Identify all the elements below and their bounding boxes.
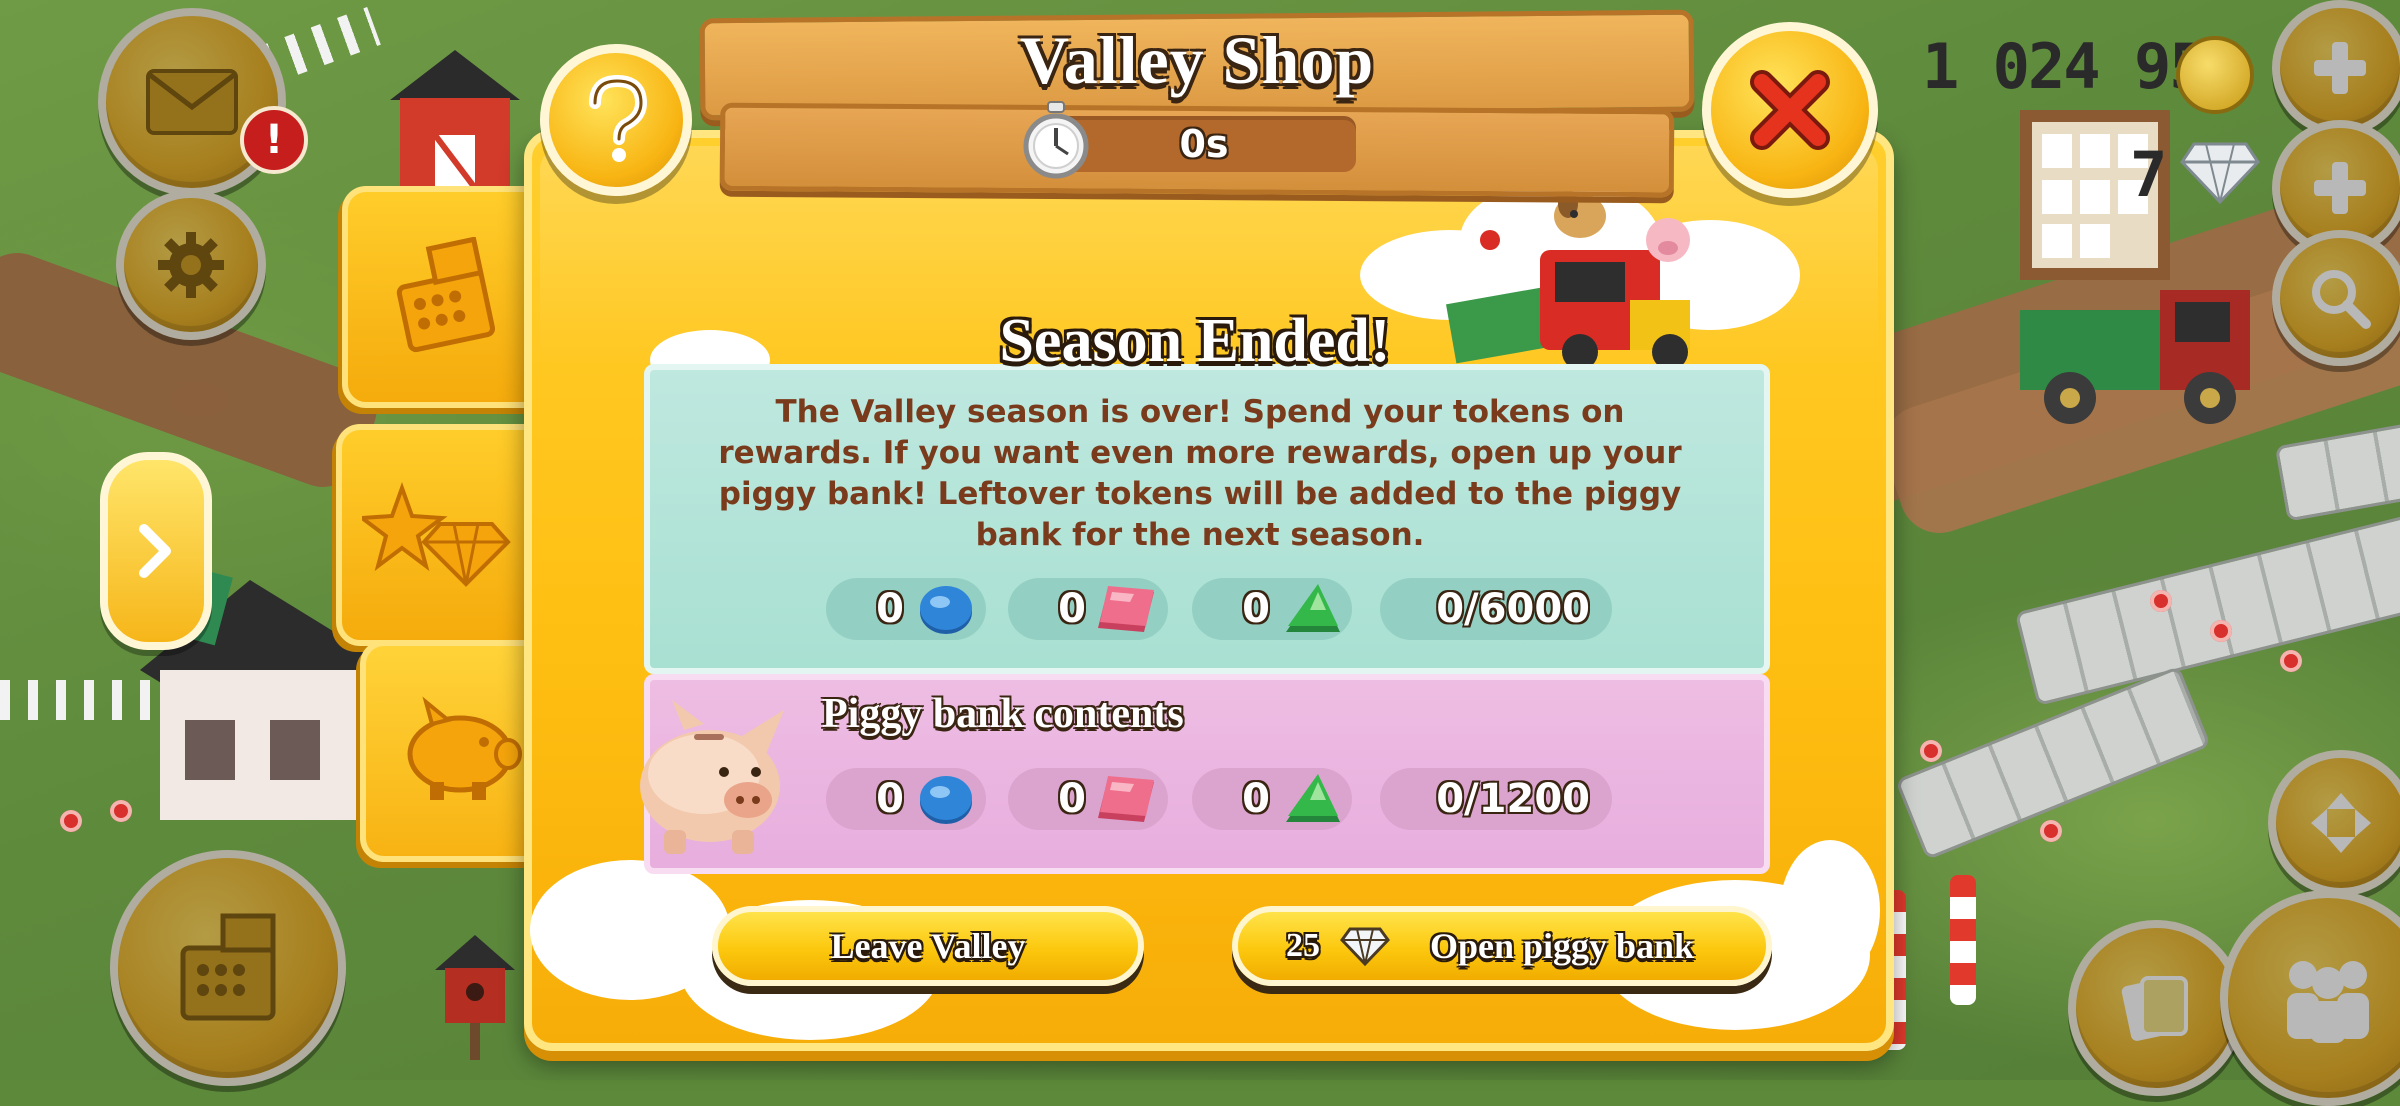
- blue-token-value: 0: [876, 586, 904, 632]
- expand-arrows-icon: [2311, 793, 2371, 853]
- season-message: The Valley season is over! Spend your to…: [718, 394, 1682, 553]
- flower: [1920, 740, 1942, 762]
- plus-icon: [2314, 162, 2366, 214]
- pink-token-count: 0: [1008, 578, 1168, 640]
- green-token-count: 0: [1192, 578, 1352, 640]
- green-token-icon: [1286, 584, 1340, 632]
- stopwatch-icon: [1023, 101, 1089, 179]
- gear-icon: [158, 232, 224, 298]
- pink-token-value: 0: [1058, 586, 1086, 632]
- blue-token-count: 0: [826, 578, 986, 640]
- flower: [2280, 650, 2302, 672]
- plus-icon: [2314, 42, 2366, 94]
- piggy-bank-icon: [407, 696, 522, 800]
- delivery-truck-icon: [2020, 290, 2250, 424]
- piggy-green-token-value: 0: [1242, 776, 1270, 822]
- diamond-count: 7: [2130, 138, 2167, 211]
- notification-badge: !: [240, 106, 308, 174]
- stone-wall: [2274, 414, 2400, 522]
- envelope-icon: [146, 69, 238, 135]
- cash-register-icon: [180, 913, 276, 1021]
- piggy-pink-token-count: 0: [1008, 768, 1168, 830]
- green-token-icon: [1286, 774, 1340, 822]
- barn-icon: [390, 50, 520, 190]
- magnifier-icon: [2312, 270, 2371, 329]
- chevron-right-icon: [139, 524, 171, 578]
- timer-value: 0s: [1052, 116, 1356, 172]
- settings-button[interactable]: [116, 190, 266, 340]
- birdhouse-icon: [435, 935, 515, 1060]
- open-piggy-cost: 25: [1286, 927, 1320, 964]
- cloud: [1780, 840, 1880, 980]
- question-mark-icon: [589, 75, 648, 162]
- piggy-blue-token-count: 0: [826, 768, 986, 830]
- flower: [2150, 590, 2172, 612]
- dialog-title: Valley Shop: [1019, 21, 1375, 98]
- pink-token-icon: [1098, 586, 1154, 632]
- open-piggy-label: Open piggy bank: [1429, 926, 1695, 966]
- piggy-blue-token-value: 0: [876, 776, 904, 822]
- piggy-pink-token-value: 0: [1058, 776, 1086, 822]
- season-token-capacity: 0/6000: [1380, 578, 1612, 640]
- blue-token-icon: [920, 776, 972, 824]
- striped-pole: [1950, 875, 1976, 1005]
- piggy-green-token-count: 0: [1192, 768, 1352, 830]
- piggy-bank-icon: [640, 700, 784, 854]
- cash-register-icon: [396, 237, 496, 353]
- diamond-icon: [1340, 927, 1390, 966]
- season-ended-heading: Season Ended!: [999, 307, 1391, 375]
- coin-icon: [2176, 36, 2254, 114]
- piggy-token-capacity: 0/1200: [1380, 768, 1612, 830]
- leave-valley-button[interactable]: Leave Valley: [712, 906, 1144, 986]
- stone-wall: [2014, 509, 2400, 707]
- cards-icon: [2121, 976, 2188, 1041]
- close-icon: [1750, 70, 1830, 150]
- green-token-value: 0: [1242, 586, 1270, 632]
- piggy-bank-title: Piggy bank contents: [822, 691, 1184, 737]
- tab-shop[interactable]: [342, 186, 544, 408]
- leave-valley-label: Leave Valley: [830, 926, 1026, 966]
- search-button[interactable]: [2272, 230, 2400, 366]
- flower: [60, 810, 82, 832]
- flower: [2040, 820, 2062, 842]
- shop-button[interactable]: [110, 850, 346, 1086]
- tab-rewards[interactable]: [336, 424, 538, 646]
- blue-token-icon: [920, 586, 972, 634]
- buy-coins-button[interactable]: [2272, 0, 2400, 136]
- open-piggy-bank-button[interactable]: 25 Open piggy bank: [1232, 906, 1772, 986]
- flower: [110, 800, 132, 822]
- help-button[interactable]: [540, 44, 692, 196]
- close-button[interactable]: [1702, 22, 1878, 198]
- expand-arrow-button[interactable]: [100, 452, 212, 650]
- cards-button[interactable]: [2068, 920, 2244, 1096]
- star-diamond-icon: [362, 482, 511, 587]
- diamond-icon: [2180, 142, 2260, 205]
- pink-token-icon: [1098, 776, 1154, 822]
- flower: [2210, 620, 2232, 642]
- people-icon: [2287, 961, 2369, 1043]
